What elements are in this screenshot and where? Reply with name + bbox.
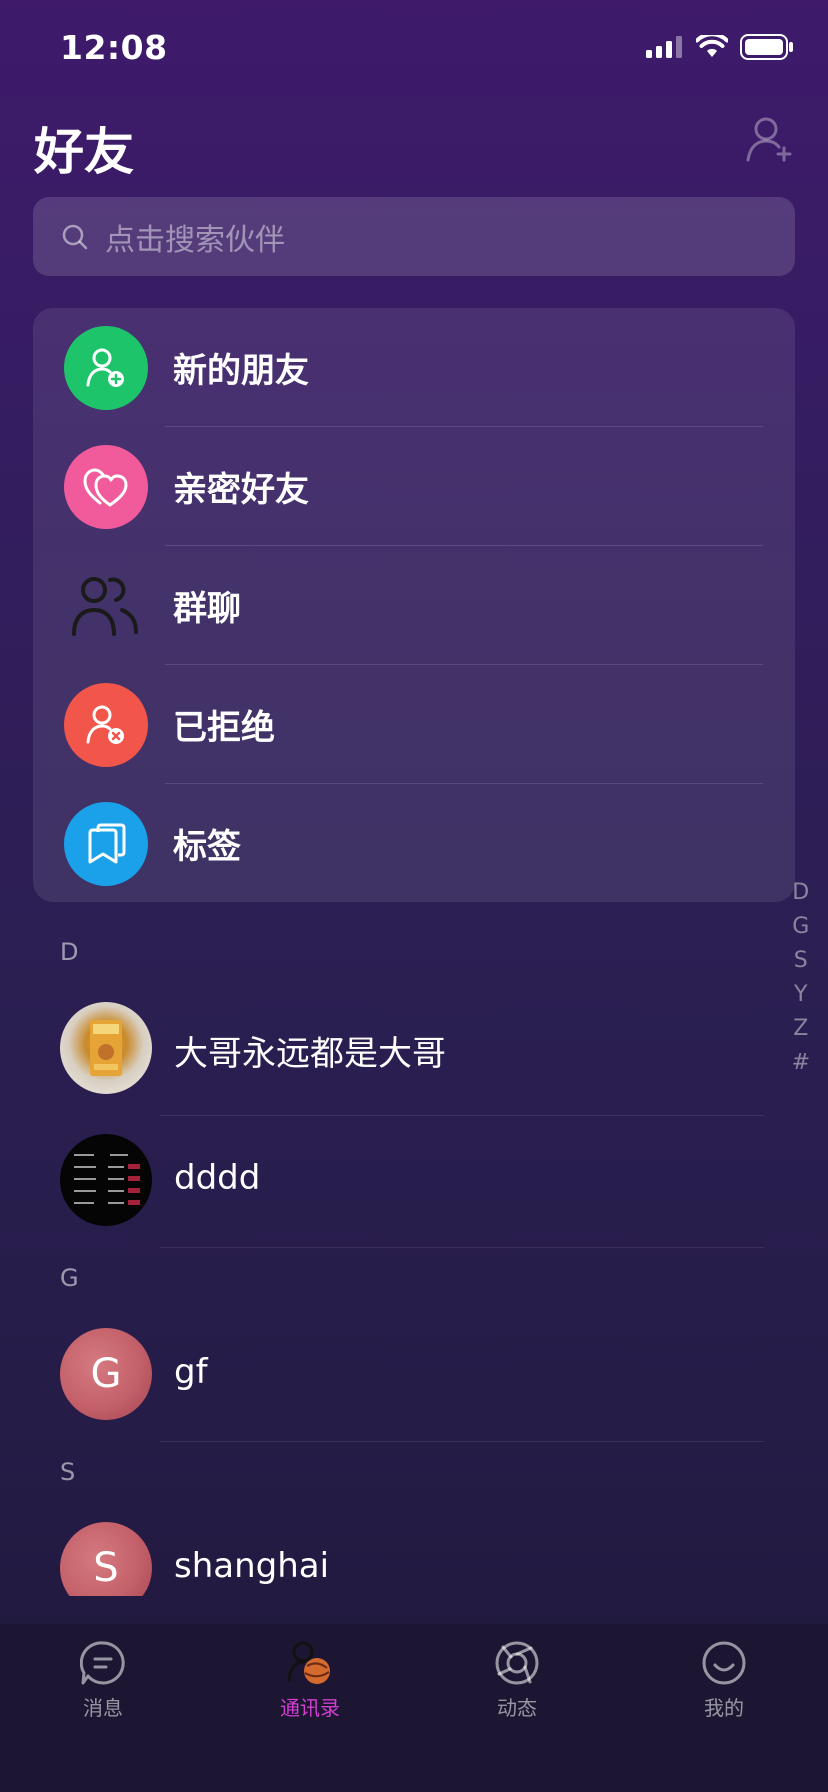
index-letter-s[interactable]: S bbox=[794, 944, 808, 978]
menu-item-label: 标签 bbox=[173, 827, 241, 867]
group-icon bbox=[64, 564, 148, 648]
divider bbox=[160, 1247, 764, 1248]
menu-item-label: 群聊 bbox=[173, 589, 241, 629]
contact-name: dddd bbox=[174, 1158, 261, 1198]
menu-item-close-friends[interactable]: 亲密好友 bbox=[33, 427, 795, 546]
section-header-s: S bbox=[60, 1458, 76, 1486]
divider bbox=[160, 1441, 764, 1442]
page-title: 好友 bbox=[34, 123, 134, 181]
contact-row[interactable]: 大哥永远都是大哥 bbox=[0, 984, 828, 1116]
tab-messages[interactable]: 消息 bbox=[43, 1640, 163, 1721]
smile-icon bbox=[702, 1641, 746, 1685]
avatar: S bbox=[60, 1522, 152, 1596]
search-bar[interactable]: 点击搜索伙伴 bbox=[33, 197, 795, 276]
contacts-icon bbox=[287, 1641, 330, 1684]
signal-icon bbox=[646, 36, 682, 58]
tab-profile[interactable]: 我的 bbox=[664, 1640, 784, 1721]
menu-item-label: 已拒绝 bbox=[173, 708, 275, 748]
avatar: G bbox=[60, 1328, 152, 1420]
search-placeholder: 点击搜索伙伴 bbox=[105, 222, 285, 258]
contact-row[interactable]: dddd bbox=[0, 1116, 828, 1248]
heart-icon bbox=[64, 444, 148, 529]
index-letter-hash[interactable]: # bbox=[792, 1046, 810, 1080]
contact-name: 大哥永远都是大哥 bbox=[174, 1034, 446, 1074]
message-icon bbox=[80, 1641, 125, 1685]
tab-label: 消息 bbox=[83, 1696, 123, 1720]
section-header-g: G bbox=[60, 1264, 79, 1292]
contact-name: gf bbox=[174, 1352, 208, 1392]
rejected-user-icon bbox=[64, 682, 148, 767]
tab-label: 动态 bbox=[497, 1696, 537, 1720]
avatar-initial: G bbox=[90, 1351, 122, 1397]
avatar-initial: S bbox=[93, 1545, 119, 1591]
index-letter-d[interactable]: D bbox=[792, 876, 809, 910]
menu-item-tags[interactable]: 标签 bbox=[33, 784, 795, 903]
index-letter-y[interactable]: Y bbox=[794, 978, 807, 1012]
status-icons bbox=[646, 34, 794, 60]
tab-contacts[interactable]: 通讯录 bbox=[250, 1640, 370, 1721]
contacts-menu: 新的朋友 亲密好友 群聊 已拒绝 标签 bbox=[33, 308, 795, 902]
alphabet-index[interactable]: D G S Y Z # bbox=[792, 876, 810, 1080]
add-friend-button[interactable] bbox=[744, 114, 794, 164]
battery-icon bbox=[740, 34, 793, 60]
index-letter-g[interactable]: G bbox=[792, 910, 809, 944]
tab-label: 我的 bbox=[704, 1696, 744, 1720]
menu-item-new-friends[interactable]: 新的朋友 bbox=[33, 308, 795, 427]
avatar bbox=[60, 1134, 152, 1226]
status-time: 12:08 bbox=[60, 28, 168, 67]
menu-item-label: 亲密好友 bbox=[173, 470, 309, 510]
add-user-icon bbox=[64, 325, 148, 410]
tab-bar: 消息 通讯录 动态 我的 bbox=[0, 1624, 828, 1792]
menu-item-group-chat[interactable]: 群聊 bbox=[33, 546, 795, 665]
contact-row[interactable]: G gf bbox=[0, 1310, 828, 1442]
index-letter-z[interactable]: Z bbox=[793, 1012, 808, 1046]
section-header-d: D bbox=[60, 938, 79, 966]
status-bar: 12:08 bbox=[0, 0, 828, 100]
wifi-icon bbox=[696, 35, 728, 57]
avatar bbox=[60, 1002, 152, 1094]
tab-label: 通讯录 bbox=[280, 1696, 340, 1720]
contact-row[interactable]: S shanghai bbox=[0, 1504, 828, 1596]
tab-moments[interactable]: 动态 bbox=[457, 1640, 577, 1721]
contact-name: shanghai bbox=[174, 1546, 330, 1586]
add-user-icon bbox=[746, 117, 792, 162]
tag-icon bbox=[64, 801, 148, 886]
menu-item-label: 新的朋友 bbox=[173, 351, 309, 391]
aperture-icon bbox=[495, 1641, 539, 1685]
menu-item-rejected[interactable]: 已拒绝 bbox=[33, 665, 795, 784]
search-icon bbox=[62, 224, 88, 249]
